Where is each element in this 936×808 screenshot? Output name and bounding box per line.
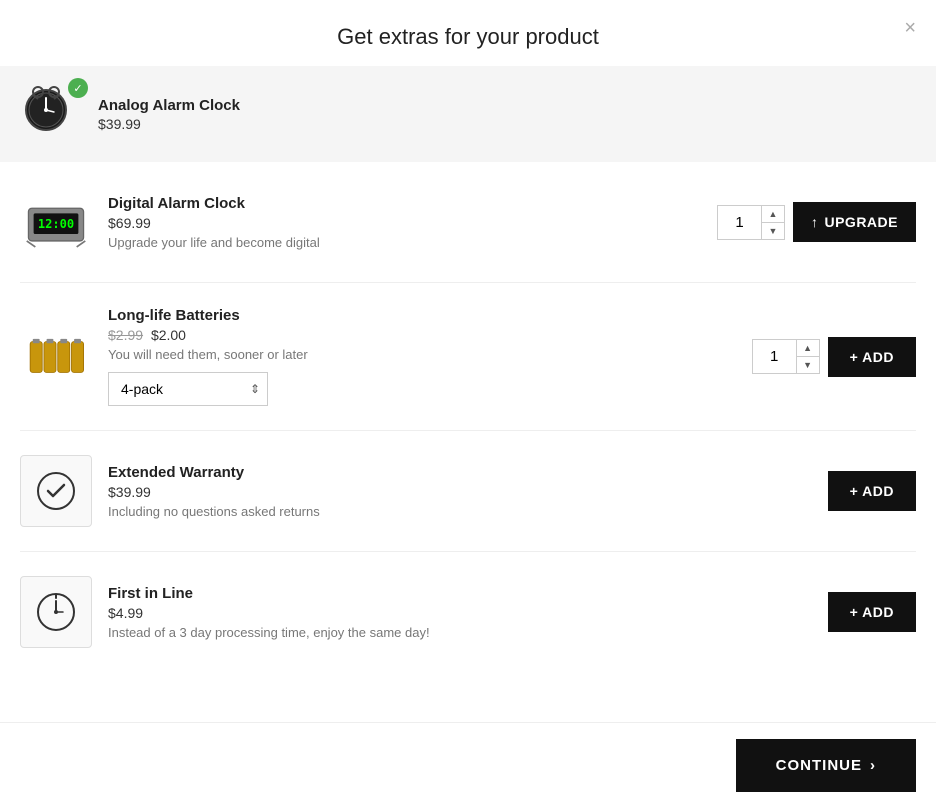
upgrade-label: UPGRADE — [824, 214, 898, 230]
digital-clock-image: 12:00 — [20, 186, 92, 258]
pack-select-outer: 4-pack 8-pack 12-pack — [108, 372, 268, 406]
extra-price: $69.99 — [108, 215, 701, 231]
continue-label: CONTINUE — [776, 757, 862, 774]
qty-value-digital: 1 — [718, 206, 762, 239]
continue-arrow-icon: › — [870, 757, 876, 774]
selected-product-image: ✓ — [20, 82, 84, 146]
extra-info-digital-alarm: Digital Alarm Clock $69.99 Upgrade your … — [108, 195, 701, 250]
qty-controls-batteries: ▲ ▼ — [797, 340, 819, 373]
qty-up-batteries[interactable]: ▲ — [797, 340, 819, 357]
warranty-icon — [35, 470, 77, 512]
modal-title: Get extras for your product — [337, 24, 599, 49]
qty-down-digital[interactable]: ▼ — [762, 223, 784, 239]
qty-box-digital: 1 ▲ ▼ — [717, 205, 785, 240]
extra-actions-digital: 1 ▲ ▼ ↑ UPGRADE — [717, 202, 916, 242]
selected-product-price: $39.99 — [98, 116, 240, 132]
add-button-firstline[interactable]: + ADD — [828, 592, 916, 632]
original-price-batteries: $2.99 — [108, 327, 143, 343]
extra-info-warranty: Extended Warranty $39.99 Including no qu… — [108, 464, 812, 519]
extra-name-warranty: Extended Warranty — [108, 464, 812, 481]
extra-item-digital-alarm-clock: 12:00 Digital Alarm Clock $69.99 Upgrade… — [20, 162, 916, 283]
add-button-batteries[interactable]: + ADD — [828, 337, 916, 377]
selected-product-bar: ✓ Analog Alarm Clock $39.99 — [0, 66, 936, 162]
extra-price-warranty: $39.99 — [108, 484, 812, 500]
modal: Get extras for your product × ✓ Analog A… — [0, 0, 936, 808]
extra-price-firstline: $4.99 — [108, 605, 812, 621]
modal-footer: CONTINUE › — [0, 722, 936, 808]
add-button-warranty[interactable]: + ADD — [828, 471, 916, 511]
upgrade-button[interactable]: ↑ UPGRADE — [793, 202, 916, 242]
extra-item-warranty: Extended Warranty $39.99 Including no qu… — [20, 431, 916, 552]
extra-desc-firstline: Instead of a 3 day processing time, enjo… — [108, 625, 812, 640]
extra-info-firstline: First in Line $4.99 Instead of a 3 day p… — [108, 585, 812, 640]
extra-info-batteries: Long-life Batteries $2.99 $2.00 You will… — [108, 307, 736, 406]
extra-name-batteries: Long-life Batteries — [108, 307, 736, 324]
qty-box-batteries: 1 ▲ ▼ — [752, 339, 820, 374]
extra-name-firstline: First in Line — [108, 585, 812, 602]
digital-clock-icon: 12:00 — [25, 196, 87, 248]
batteries-image — [20, 321, 92, 393]
qty-value-batteries: 1 — [753, 340, 797, 373]
pack-select[interactable]: 4-pack 8-pack 12-pack — [108, 372, 268, 406]
extra-actions-firstline: + ADD — [828, 592, 916, 632]
extras-list: 12:00 Digital Alarm Clock $69.99 Upgrade… — [0, 162, 936, 722]
extra-item-batteries: Long-life Batteries $2.99 $2.00 You will… — [20, 283, 916, 431]
extra-actions-warranty: + ADD — [828, 471, 916, 511]
extra-desc-warranty: Including no questions asked returns — [108, 504, 812, 519]
sale-price-batteries: $2.00 — [151, 327, 186, 343]
upgrade-arrow-icon: ↑ — [811, 214, 819, 230]
svg-text:12:00: 12:00 — [38, 217, 74, 231]
qty-up-digital[interactable]: ▲ — [762, 206, 784, 223]
extra-desc: Upgrade your life and become digital — [108, 235, 701, 250]
continue-button[interactable]: CONTINUE › — [736, 739, 916, 792]
select-wrap: 4-pack 8-pack 12-pack — [108, 372, 736, 406]
analog-clock-icon — [20, 82, 72, 134]
extra-price-batteries: $2.99 $2.00 — [108, 327, 736, 343]
modal-header: Get extras for your product × — [0, 0, 936, 66]
firstline-image — [20, 576, 92, 648]
qty-controls-digital: ▲ ▼ — [762, 206, 784, 239]
warranty-image — [20, 455, 92, 527]
extra-name: Digital Alarm Clock — [108, 195, 701, 212]
battery-icon — [25, 331, 87, 383]
check-badge: ✓ — [68, 78, 88, 98]
selected-product-name: Analog Alarm Clock — [98, 97, 240, 114]
close-button[interactable]: × — [904, 18, 916, 38]
firstline-icon — [35, 591, 77, 633]
extra-desc-batteries: You will need them, sooner or later — [108, 347, 736, 362]
extra-item-firstline: First in Line $4.99 Instead of a 3 day p… — [20, 552, 916, 672]
selected-product-info: Analog Alarm Clock $39.99 — [98, 97, 240, 132]
extra-actions-batteries: 1 ▲ ▼ + ADD — [752, 337, 916, 377]
qty-down-batteries[interactable]: ▼ — [797, 357, 819, 373]
